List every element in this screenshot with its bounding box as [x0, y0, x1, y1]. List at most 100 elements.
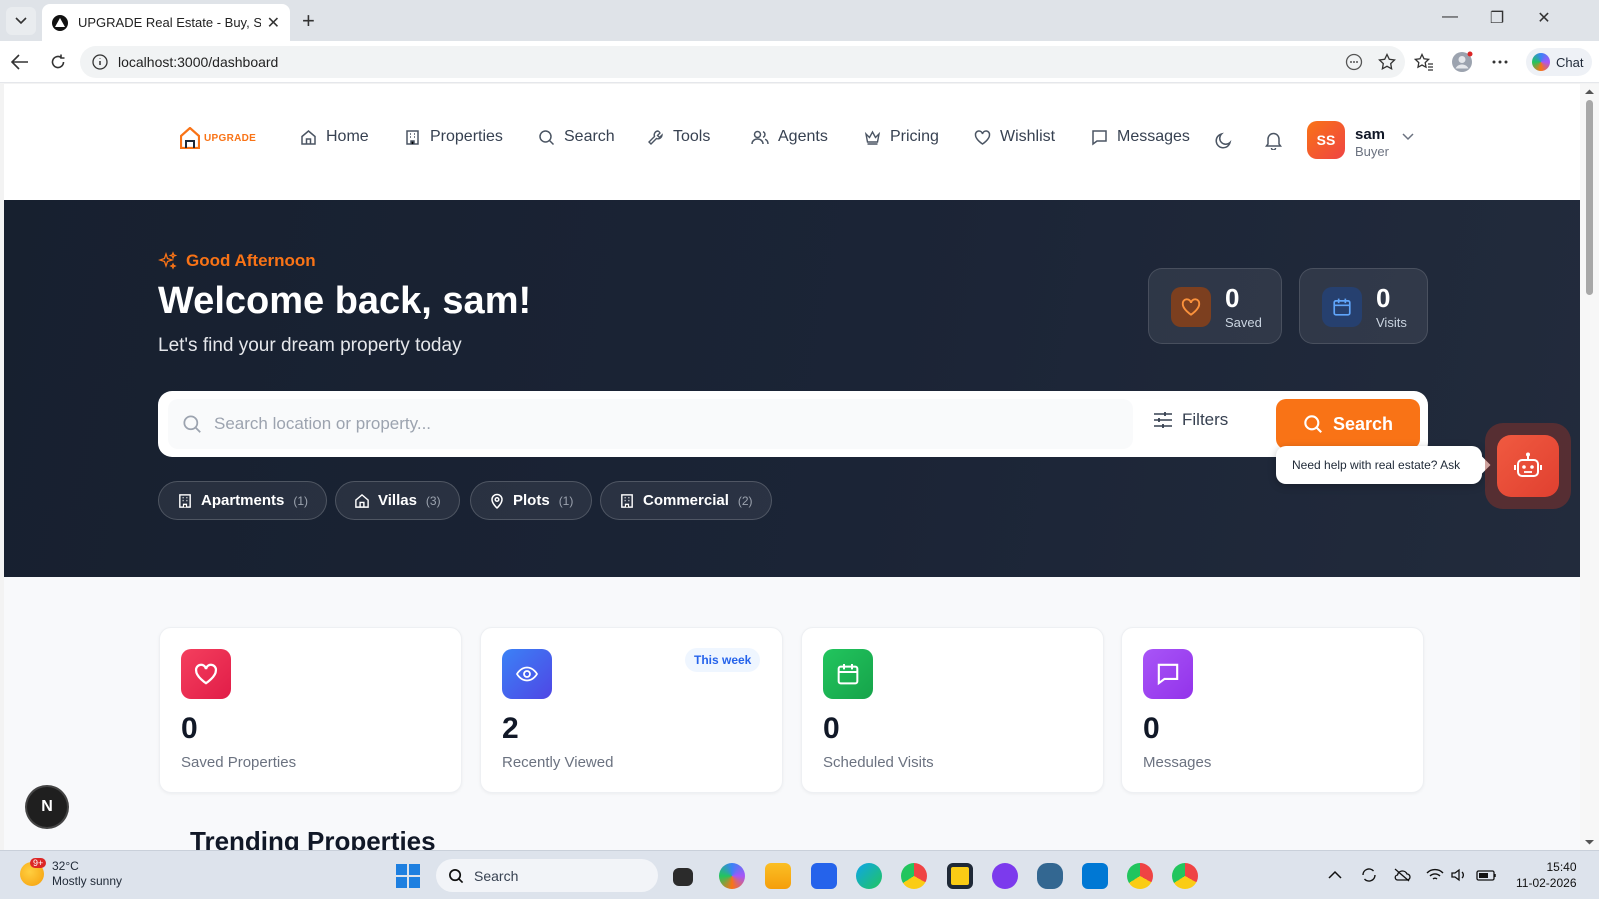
edge-browser-icon[interactable]: [856, 863, 882, 889]
microsoft-store-icon[interactable]: [811, 863, 837, 889]
back-icon[interactable]: [9, 51, 31, 73]
search-icon: [183, 415, 201, 433]
nav-properties[interactable]: Properties: [404, 128, 503, 146]
scroll-up-icon[interactable]: [1580, 87, 1599, 97]
saved-count: 0: [1225, 283, 1240, 313]
sun-icon: 9+: [20, 858, 47, 886]
weather-desc: Mostly sunny: [52, 874, 123, 888]
clock[interactable]: 15:40 11-02-2026: [1516, 859, 1577, 891]
this-week-badge: This week: [685, 648, 761, 672]
chevron-down-icon[interactable]: [1402, 133, 1414, 141]
nav-label: Search: [564, 128, 615, 145]
tab-close-icon[interactable]: ✕: [267, 13, 280, 33]
scheduled-visits-card[interactable]: 0 Scheduled Visits: [801, 627, 1104, 793]
task-view-icon[interactable]: [673, 868, 693, 886]
nav-tools[interactable]: Tools: [647, 128, 710, 146]
maximize-icon[interactable]: ❐: [1477, 8, 1517, 28]
property-search-input[interactable]: [214, 414, 1094, 434]
more-menu-icon[interactable]: [1489, 51, 1511, 73]
windows-start-icon[interactable]: [396, 864, 420, 888]
browser-tab[interactable]: UPGRADE Real Estate - Buy, Sell & ✕: [42, 4, 290, 41]
search-icon: [1304, 415, 1322, 433]
favorite-star-icon[interactable]: [1376, 51, 1398, 73]
tab-list-button[interactable]: [6, 7, 36, 35]
message-square-icon: [1092, 129, 1107, 145]
window-close-icon[interactable]: ✕: [1524, 8, 1564, 28]
podcast-app-icon[interactable]: [992, 863, 1018, 889]
page-scrollbar[interactable]: [1580, 84, 1599, 850]
chrome-icon[interactable]: [901, 863, 927, 889]
nav-agents[interactable]: Agents: [751, 128, 828, 146]
search-icon: [449, 868, 464, 883]
notifications-bell-icon[interactable]: [1261, 128, 1285, 152]
category-chip-plots[interactable]: Plots (1): [470, 481, 593, 520]
hero-section: Good Afternoon Welcome back, sam! Let's …: [4, 200, 1580, 577]
sync-icon[interactable]: [1360, 867, 1378, 883]
favorites-icon[interactable]: [1413, 51, 1435, 73]
visits-label: Visits: [1376, 315, 1407, 330]
nav-label: Agents: [778, 128, 828, 145]
postgres-icon[interactable]: [1037, 863, 1063, 889]
nav-search[interactable]: Search: [538, 128, 615, 146]
wifi-icon[interactable]: [1426, 867, 1444, 883]
calendar-icon: [823, 649, 873, 699]
chrome-profile-icon[interactable]: [1127, 863, 1153, 889]
weather-badge: 9+: [30, 858, 47, 868]
battery-icon[interactable]: [1476, 867, 1496, 883]
property-search-bar: Filters Search: [158, 391, 1428, 457]
chevron-up-icon[interactable]: [1328, 867, 1346, 883]
welcome-heading: Welcome back, sam!: [158, 280, 532, 322]
scroll-thumb[interactable]: [1586, 100, 1593, 295]
nav-messages[interactable]: Messages: [1091, 128, 1190, 146]
sliders-icon: [1154, 412, 1172, 428]
nav-label: Properties: [430, 128, 503, 145]
user-avatar[interactable]: SS: [1307, 121, 1345, 159]
new-tab-icon[interactable]: +: [302, 8, 315, 34]
category-chip-villas[interactable]: Villas (3): [335, 481, 460, 520]
weather-temp: 32°C: [52, 859, 79, 873]
sticky-notes-icon[interactable]: [947, 863, 973, 889]
messages-card[interactable]: 0 Messages: [1121, 627, 1424, 793]
nav-wishlist[interactable]: Wishlist: [974, 128, 1055, 146]
copilot-chat-button[interactable]: Chat: [1526, 48, 1592, 76]
heart-icon: [181, 649, 231, 699]
saved-stat-mini[interactable]: 0 Saved: [1148, 268, 1282, 344]
info-icon[interactable]: [92, 54, 108, 70]
home-icon: [301, 129, 316, 145]
home-icon: [355, 493, 369, 508]
nav-pricing[interactable]: Pricing: [864, 128, 939, 146]
os-taskbar: 9+ 32°C Mostly sunny Search 15:40 11-02-…: [0, 850, 1599, 899]
file-explorer-icon[interactable]: [765, 863, 791, 889]
reload-icon[interactable]: [47, 51, 69, 73]
filters-button[interactable]: Filters: [1153, 410, 1228, 430]
copilot-app-icon[interactable]: [719, 863, 745, 889]
nextjs-dev-badge[interactable]: N: [27, 787, 67, 827]
theme-toggle-moon-icon[interactable]: [1211, 128, 1235, 152]
weather-widget[interactable]: 9+ 32°C Mostly sunny: [20, 858, 123, 889]
taskbar-search[interactable]: Search: [436, 859, 658, 892]
scroll-down-icon[interactable]: [1580, 837, 1599, 847]
address-field[interactable]: localhost:3000/dashboard: [80, 46, 1405, 78]
vscode-icon[interactable]: [1082, 863, 1108, 889]
recently-viewed-card[interactable]: This week 2 Recently Viewed: [480, 627, 783, 793]
chevron-down-icon: [15, 17, 27, 25]
minimize-icon[interactable]: —: [1430, 8, 1470, 26]
reader-mode-icon[interactable]: [1343, 51, 1365, 73]
search-field-wrap[interactable]: [168, 399, 1133, 449]
profile-icon[interactable]: [1451, 51, 1473, 73]
ai-assistant-button[interactable]: [1485, 423, 1571, 509]
search-button[interactable]: Search: [1276, 399, 1420, 449]
user-name[interactable]: sam: [1355, 126, 1385, 143]
saved-properties-card[interactable]: 0 Saved Properties: [159, 627, 462, 793]
volume-icon[interactable]: [1450, 867, 1468, 883]
chrome-profile-2-icon[interactable]: [1172, 863, 1198, 889]
visits-stat-mini[interactable]: 0 Visits: [1299, 268, 1428, 344]
category-chip-apartments[interactable]: Apartments (1): [158, 481, 328, 520]
chip-count: (1): [293, 493, 309, 508]
nav-home[interactable]: Home: [300, 128, 369, 146]
clock-time: 15:40: [1546, 860, 1577, 874]
site-logo[interactable]: UPGRADE: [180, 126, 264, 150]
cloud-off-icon[interactable]: [1393, 867, 1411, 883]
category-chip-commercial[interactable]: Commercial (2): [600, 481, 772, 520]
map-pin-icon: [491, 493, 503, 509]
